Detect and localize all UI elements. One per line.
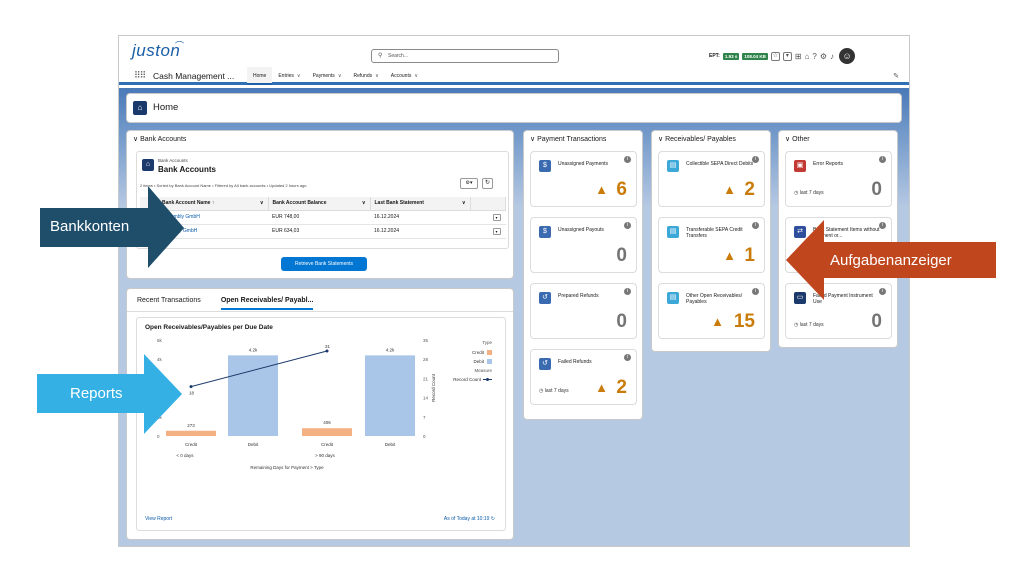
annotation-bankkonten: Bankkonten [50, 218, 130, 235]
annotation-reports: Reports [70, 385, 123, 402]
annotation-aufgabenanzeiger: Aufgabenanzeiger [830, 252, 952, 269]
annotation-arrows [37, 186, 996, 434]
